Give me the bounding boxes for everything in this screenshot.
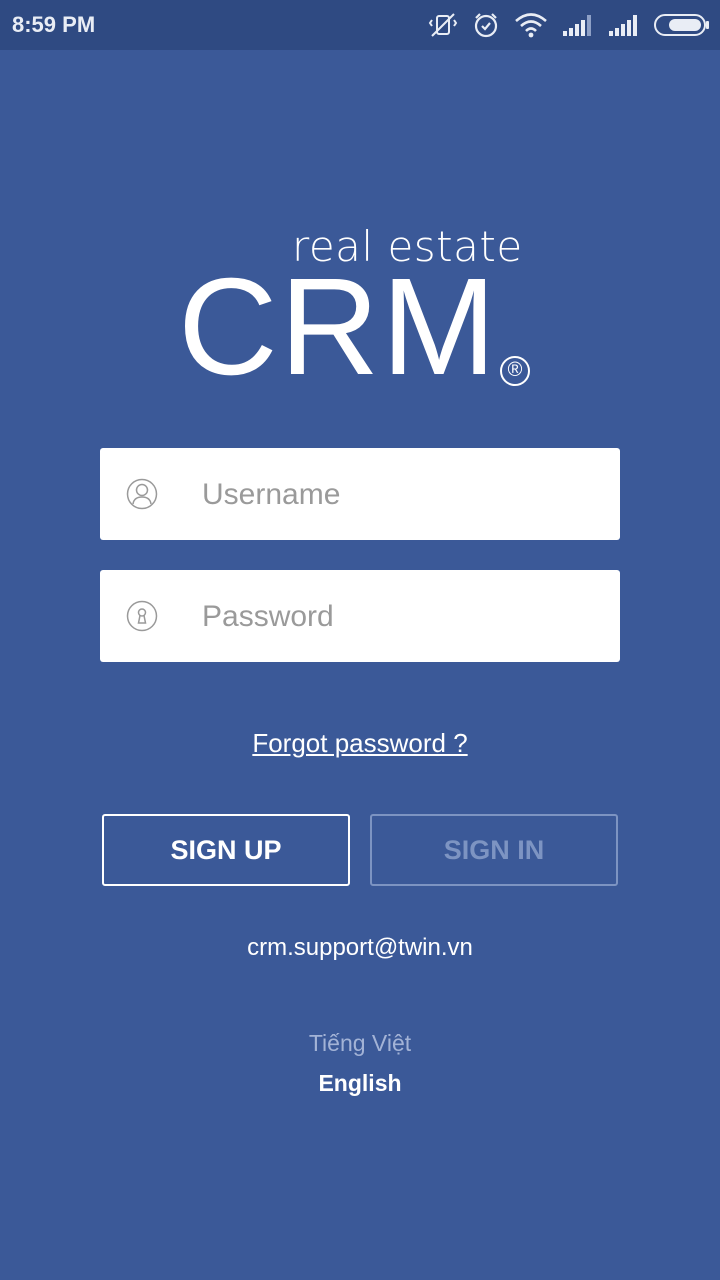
user-icon <box>126 478 158 510</box>
language-english[interactable]: English <box>0 1070 720 1097</box>
support-email: crm.support@twin.vn <box>247 934 473 961</box>
language-vietnamese[interactable]: Tiếng Việt <box>0 1030 720 1057</box>
signal-icon <box>609 15 637 36</box>
keyhole-icon <box>126 600 158 632</box>
registered-mark: ® <box>500 356 530 386</box>
signal-icon <box>563 15 591 36</box>
alarm-icon <box>474 13 498 38</box>
forgot-password-link[interactable]: Forgot password ? <box>0 728 720 759</box>
status-bar: 8:59 PM <box>0 0 720 50</box>
sign-in-button[interactable]: SIGN IN <box>370 814 618 886</box>
status-time: 8:59 PM <box>12 12 96 37</box>
username-input[interactable] <box>200 468 604 522</box>
vibrate-off-icon <box>428 13 458 37</box>
wifi-icon <box>515 13 547 38</box>
password-field[interactable] <box>100 570 620 662</box>
battery-icon <box>654 14 709 36</box>
sign-up-button[interactable]: SIGN UP <box>102 814 350 886</box>
username-field[interactable] <box>100 448 620 540</box>
logo-title: CRM <box>178 250 499 404</box>
password-input[interactable] <box>200 590 604 644</box>
status-icons <box>428 10 710 40</box>
